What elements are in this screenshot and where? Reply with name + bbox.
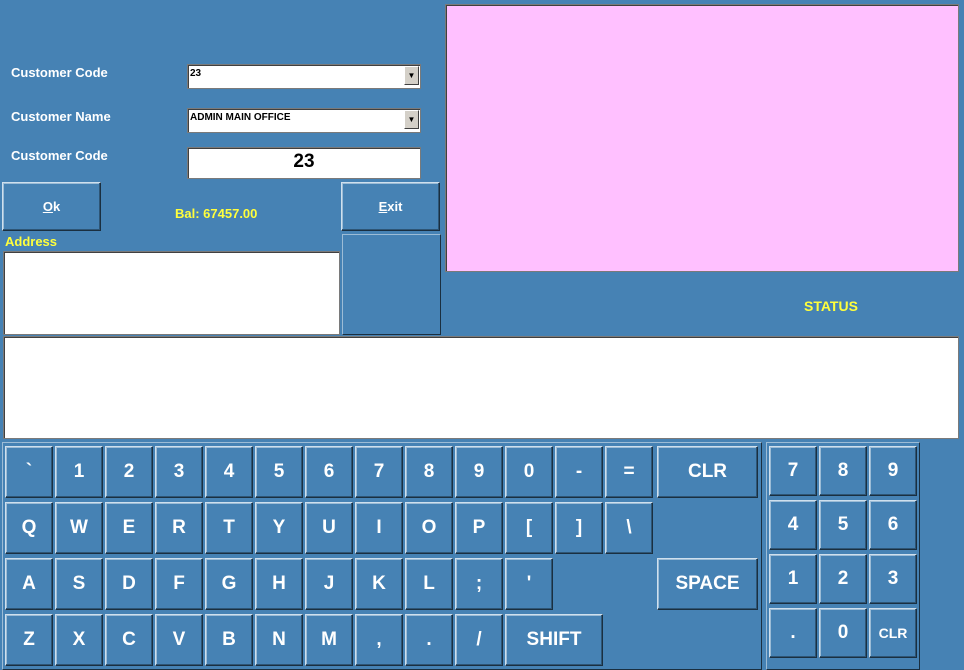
key-period[interactable]: . [405, 614, 453, 666]
address-textarea[interactable] [3, 251, 340, 335]
key-q[interactable]: Q [5, 502, 53, 554]
key-k[interactable]: K [355, 558, 403, 610]
key-g[interactable]: G [205, 558, 253, 610]
key-right-bracket[interactable]: ] [555, 502, 603, 554]
key-8[interactable]: 8 [405, 446, 453, 498]
key-space[interactable]: SPACE [657, 558, 758, 610]
key-r[interactable]: R [155, 502, 203, 554]
key-c[interactable]: C [105, 614, 153, 666]
key-left-bracket[interactable]: [ [505, 502, 553, 554]
key-x[interactable]: X [55, 614, 103, 666]
key-4[interactable]: 4 [205, 446, 253, 498]
ok-button[interactable]: Ok [2, 182, 101, 231]
key-3[interactable]: 3 [155, 446, 203, 498]
customer-name-value: ADMIN MAIN OFFICE [190, 112, 291, 123]
key-j[interactable]: J [305, 558, 353, 610]
key-s[interactable]: S [55, 558, 103, 610]
customer-code-value: 23 [190, 68, 202, 79]
numpad-4[interactable]: 4 [769, 500, 817, 550]
key-apostrophe[interactable]: ' [505, 558, 553, 610]
numpad-0[interactable]: 0 [819, 608, 867, 658]
key-p[interactable]: P [455, 502, 503, 554]
key-1[interactable]: 1 [55, 446, 103, 498]
key-backtick[interactable]: ` [5, 446, 53, 498]
customer-code-label: Customer Code [11, 65, 108, 80]
key-o[interactable]: O [405, 502, 453, 554]
numpad-9[interactable]: 9 [869, 446, 917, 496]
key-u[interactable]: U [305, 502, 353, 554]
key-t[interactable]: T [205, 502, 253, 554]
key-clr[interactable]: CLR [657, 446, 758, 498]
key-comma[interactable]: , [355, 614, 403, 666]
key-7[interactable]: 7 [355, 446, 403, 498]
numpad-dot[interactable]: . [769, 608, 817, 658]
key-equals[interactable]: = [605, 446, 653, 498]
key-minus[interactable]: - [555, 446, 603, 498]
key-i[interactable]: I [355, 502, 403, 554]
balance-label: Bal: 67457.00 [175, 206, 258, 221]
key-semicolon[interactable]: ; [455, 558, 503, 610]
customer-code-entry-field[interactable]: 23 [187, 147, 421, 179]
status-label: STATUS [804, 298, 858, 314]
numpad-2[interactable]: 2 [819, 554, 867, 604]
numpad-1[interactable]: 1 [769, 554, 817, 604]
numpad-clr[interactable]: CLR [869, 608, 917, 658]
key-a[interactable]: A [5, 558, 53, 610]
key-b[interactable]: B [205, 614, 253, 666]
numpad-7[interactable]: 7 [769, 446, 817, 496]
customer-code-combo[interactable]: 23 ▼ [187, 64, 421, 89]
customer-name-combo[interactable]: ADMIN MAIN OFFICE ▼ [187, 108, 421, 133]
customer-code-entry-label: Customer Code [11, 148, 108, 163]
key-9[interactable]: 9 [455, 446, 503, 498]
key-slash[interactable]: / [455, 614, 503, 666]
key-e[interactable]: E [105, 502, 153, 554]
key-shift[interactable]: SHIFT [505, 614, 603, 666]
customer-name-label: Customer Name [11, 109, 111, 124]
key-v[interactable]: V [155, 614, 203, 666]
key-backslash[interactable]: \ [605, 502, 653, 554]
chevron-down-icon[interactable]: ▼ [404, 66, 419, 85]
key-6[interactable]: 6 [305, 446, 353, 498]
numpad-6[interactable]: 6 [869, 500, 917, 550]
key-0[interactable]: 0 [505, 446, 553, 498]
key-y[interactable]: Y [255, 502, 303, 554]
numpad-3[interactable]: 3 [869, 554, 917, 604]
address-label: Address [5, 234, 58, 249]
ok-mnemonic: O [42, 199, 53, 214]
message-textarea[interactable] [3, 336, 959, 439]
key-w[interactable]: W [55, 502, 103, 554]
image-panel [342, 234, 441, 335]
key-2[interactable]: 2 [105, 446, 153, 498]
key-m[interactable]: M [305, 614, 353, 666]
key-f[interactable]: F [155, 558, 203, 610]
ok-label: k [52, 199, 61, 214]
key-5[interactable]: 5 [255, 446, 303, 498]
chevron-down-icon[interactable]: ▼ [404, 110, 419, 129]
exit-mnemonic: E [378, 199, 388, 214]
numpad-8[interactable]: 8 [819, 446, 867, 496]
numpad-5[interactable]: 5 [819, 500, 867, 550]
key-l[interactable]: L [405, 558, 453, 610]
exit-button[interactable]: Exit [341, 182, 440, 231]
exit-label: xit [387, 199, 403, 214]
key-z[interactable]: Z [5, 614, 53, 666]
display-panel [445, 4, 959, 272]
key-n[interactable]: N [255, 614, 303, 666]
key-h[interactable]: H [255, 558, 303, 610]
key-d[interactable]: D [105, 558, 153, 610]
